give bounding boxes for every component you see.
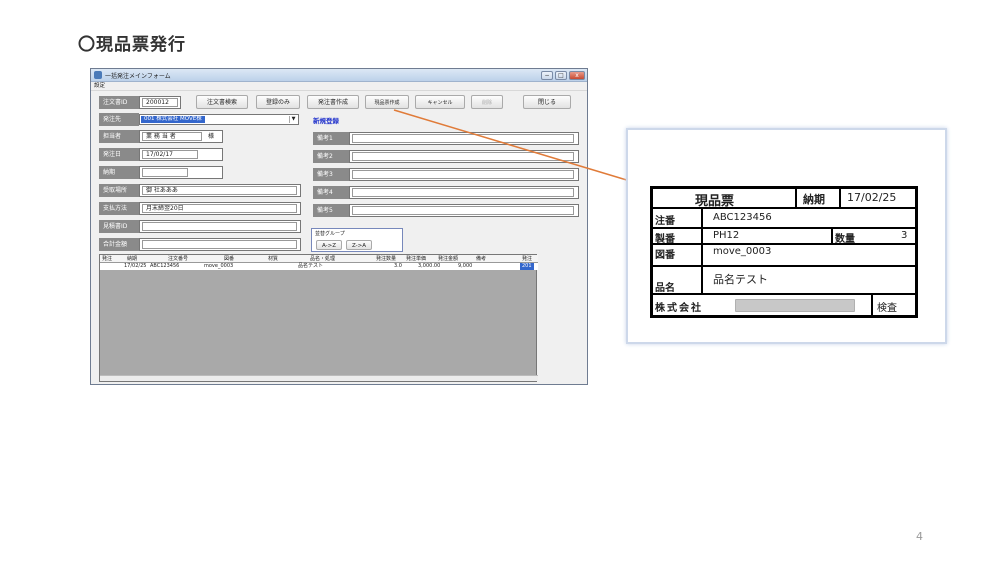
tag-delivery-label: 納期 [803, 193, 825, 206]
tag-inspect-label: 検査 [877, 303, 897, 314]
tag-qty-cell: 数量 3 [832, 228, 916, 245]
tag-company-label: 株式会社 [655, 303, 703, 314]
product-tag: 現品票 納期 17/02/25 注番 ABC123456 製番 PH12 数量 … [650, 186, 918, 318]
tag-drawing-value: move_0003 [713, 246, 772, 257]
redacted-company-name [735, 299, 855, 312]
tag-item-label-cell: 品名 [652, 266, 702, 294]
tag-title: 現品票 [695, 194, 735, 209]
tag-qty-value: 3 [901, 230, 908, 241]
tag-order-value: ABC123456 [713, 212, 772, 223]
tag-product-label-cell: 製番 [652, 228, 702, 245]
tag-product-value: PH12 [713, 230, 740, 241]
page-number: 4 [916, 530, 923, 543]
tag-preview-panel: 現品票 納期 17/02/25 注番 ABC123456 製番 PH12 数量 … [626, 128, 947, 344]
tag-drawing-value-cell: move_0003 [702, 244, 916, 266]
tag-item-value-cell: 品名テスト [702, 266, 916, 294]
tag-order-label: 注番 [655, 216, 675, 227]
tag-company-cell: 株式会社 [652, 294, 872, 316]
tag-delivery-value-cell: 17/02/25 [840, 188, 916, 208]
tag-drawing-label: 図番 [655, 250, 675, 261]
tag-item-label: 品名 [655, 283, 675, 294]
tag-qty-label: 数量 [835, 234, 855, 245]
tag-order-value-cell: ABC123456 [702, 208, 916, 228]
tag-delivery-value: 17/02/25 [847, 191, 897, 204]
tag-item-value: 品名テスト [713, 273, 768, 286]
tag-inspect-cell: 検査 [872, 294, 916, 316]
arrow-line [393, 109, 653, 191]
tag-title-cell: 現品票 [652, 188, 796, 209]
tag-product-value-cell: PH12 [702, 228, 832, 244]
tag-drawing-label-cell: 図番 [652, 244, 702, 266]
tag-product-label: 製番 [655, 234, 675, 245]
tag-delivery-label-cell: 納期 [796, 188, 840, 208]
tag-order-label-cell: 注番 [652, 208, 702, 228]
